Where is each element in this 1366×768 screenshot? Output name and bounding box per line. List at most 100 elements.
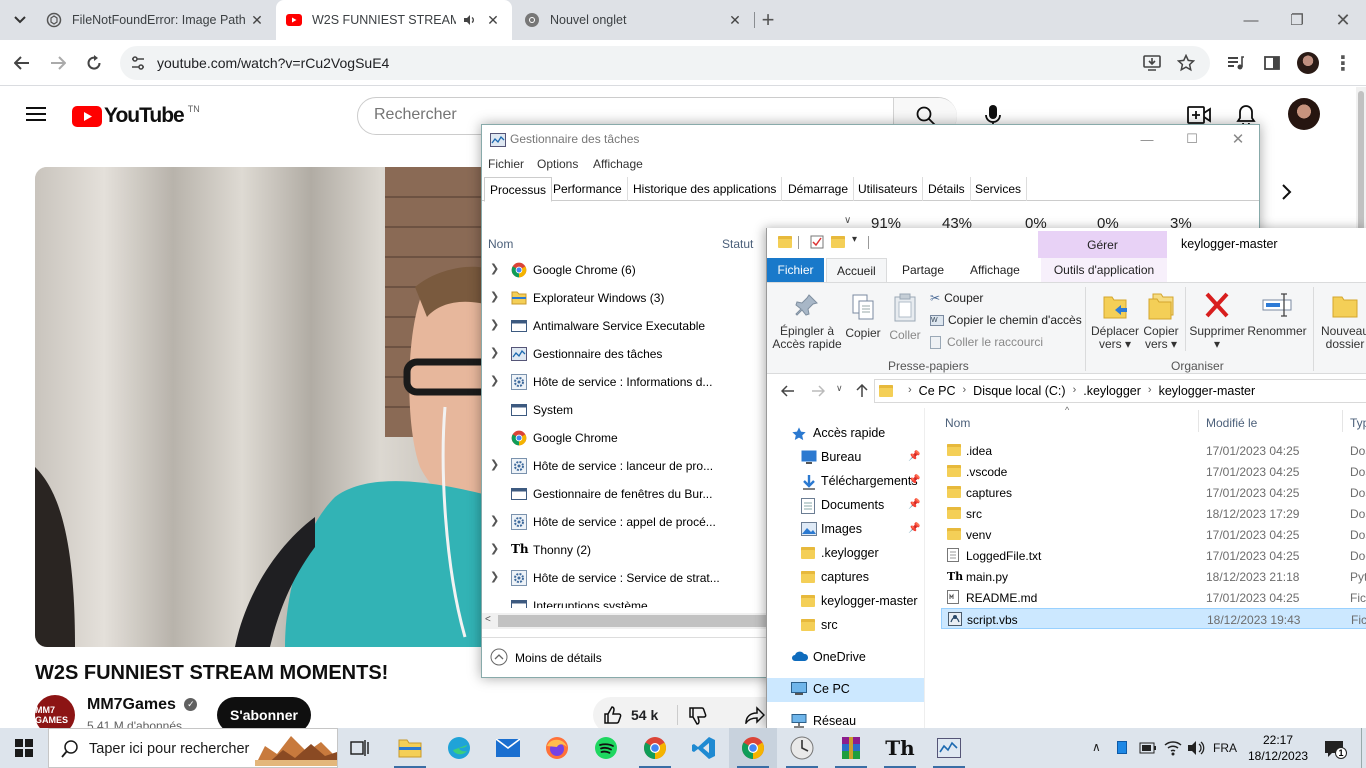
process-row[interactable]: ❯ Hôte de service : appel de procé... bbox=[482, 508, 772, 536]
nav-item[interactable]: Accès rapide bbox=[767, 422, 924, 446]
tab-new-tab[interactable]: Nouvel onglet ✕ bbox=[514, 0, 754, 40]
close-tab-icon[interactable]: ✕ bbox=[248, 11, 266, 29]
close-tab-icon[interactable]: ✕ bbox=[484, 11, 502, 29]
task-view-button[interactable] bbox=[336, 728, 384, 768]
nav-item[interactable]: captures bbox=[767, 566, 924, 590]
tab-home[interactable]: Accueil bbox=[826, 258, 887, 282]
menu-options[interactable]: Options bbox=[537, 157, 578, 171]
new-folder-button[interactable]: Nouveau dossier bbox=[1317, 291, 1366, 351]
menu-view[interactable]: Affichage bbox=[593, 157, 643, 171]
expand-chevron-icon[interactable]: ❯ bbox=[490, 570, 499, 583]
process-row[interactable]: ❯ Antimalware Service Executable bbox=[482, 312, 772, 340]
taskbar-search-box[interactable]: Taper ici pour rechercher bbox=[48, 728, 338, 768]
volume-icon[interactable] bbox=[1187, 740, 1205, 756]
back-button[interactable] bbox=[7, 48, 37, 78]
hamburger-menu-icon[interactable] bbox=[26, 106, 46, 122]
address-bar[interactable]: youtube.com/watch?v=rCu2VogSuE4 bbox=[120, 46, 1210, 80]
file-row[interactable]: LoggedFile.txt 17/01/2023 04:25 Document bbox=[941, 545, 1366, 566]
nav-item[interactable]: OneDrive bbox=[767, 646, 924, 670]
new-folder-icon[interactable] bbox=[831, 236, 845, 248]
nav-item[interactable]: Images 📌 bbox=[767, 518, 924, 542]
notifications-button[interactable] bbox=[1236, 104, 1256, 126]
file-row[interactable]: README.md 17/01/2023 04:25 Fichier bbox=[941, 587, 1366, 608]
nav-item[interactable]: Documents 📌 bbox=[767, 494, 924, 518]
new-tab-button[interactable]: + bbox=[753, 5, 783, 35]
manage-context-tab[interactable]: Gérer bbox=[1038, 231, 1167, 258]
taskbar-vscode[interactable] bbox=[680, 728, 728, 768]
tab-performance[interactable]: Performance bbox=[548, 177, 628, 201]
expand-chevron-icon[interactable]: ❯ bbox=[490, 318, 499, 331]
nav-item[interactable]: Bureau 📌 bbox=[767, 446, 924, 470]
user-avatar[interactable] bbox=[1288, 98, 1320, 130]
customize-toolbar-icon[interactable]: ▾ bbox=[852, 234, 857, 245]
close-tab-icon[interactable]: ✕ bbox=[726, 11, 744, 29]
show-hidden-icons-icon[interactable]: ∧ bbox=[1092, 740, 1101, 754]
process-row[interactable]: Interruptions système bbox=[482, 592, 772, 608]
cut-button[interactable]: ✂ Couper bbox=[930, 291, 983, 305]
expand-chevron-icon[interactable]: ❯ bbox=[490, 346, 499, 359]
expand-chevron-icon[interactable]: ❯ bbox=[490, 290, 499, 303]
scroll-left-icon[interactable]: < bbox=[485, 614, 491, 625]
youtube-search-input[interactable]: Rechercher bbox=[374, 106, 457, 124]
reload-button[interactable] bbox=[79, 48, 109, 78]
create-button[interactable] bbox=[1187, 105, 1211, 125]
breadcrumb-chevron-icon[interactable]: › bbox=[908, 384, 912, 398]
properties-icon[interactable] bbox=[810, 235, 824, 249]
taskbar-winrar[interactable] bbox=[827, 728, 875, 768]
process-row[interactable]: ❯ Hôte de service : Informations d... bbox=[482, 368, 772, 396]
move-to-button[interactable]: Déplacer vers ▾ bbox=[1091, 291, 1139, 351]
bookmark-star-icon[interactable] bbox=[1177, 54, 1195, 72]
copy-to-button[interactable]: Copier vers ▾ bbox=[1139, 291, 1183, 351]
taskbar-chrome-2[interactable] bbox=[729, 728, 777, 768]
start-button[interactable] bbox=[0, 728, 48, 768]
file-row[interactable]: src 18/12/2023 17:29 Dossier bbox=[941, 503, 1366, 524]
taskbar-chrome[interactable] bbox=[631, 728, 679, 768]
tab-details[interactable]: Détails bbox=[923, 177, 971, 201]
back-button[interactable] bbox=[773, 377, 803, 405]
maximize-button[interactable]: ☐ bbox=[1169, 125, 1215, 153]
taskbar-mail[interactable] bbox=[484, 728, 532, 768]
chevron-right-icon[interactable] bbox=[1281, 183, 1293, 201]
tab-users[interactable]: Utilisateurs bbox=[853, 177, 924, 201]
channel-avatar[interactable]: MM7 GAMES bbox=[35, 695, 75, 728]
tab-application-tools[interactable]: Outils d'application bbox=[1041, 258, 1167, 282]
process-row[interactable]: ❯ Hôte de service : lanceur de pro... bbox=[482, 452, 772, 480]
restore-button[interactable]: ❐ bbox=[1274, 0, 1320, 40]
breadcrumb-item[interactable]: .keylogger bbox=[1083, 384, 1141, 398]
process-row[interactable]: ❯ Gestionnaire des tâches bbox=[482, 340, 772, 368]
clock[interactable]: 22:17 18/12/2023 bbox=[1248, 732, 1308, 764]
recent-locations-icon[interactable]: ∨ bbox=[836, 383, 843, 394]
subscribe-button[interactable]: S'abonner bbox=[217, 697, 311, 728]
battery-icon[interactable] bbox=[1139, 741, 1157, 755]
nav-item[interactable]: Ce PC bbox=[767, 678, 924, 702]
chrome-menu-button[interactable]: ⋮ bbox=[1328, 48, 1358, 78]
copy-path-button[interactable]: W Copier le chemin d'accès bbox=[930, 313, 1082, 327]
pin-quick-access-button[interactable]: Épingler à Accès rapide bbox=[771, 293, 843, 351]
audio-playing-icon[interactable] bbox=[462, 13, 476, 27]
video-player[interactable] bbox=[35, 167, 495, 647]
rename-button[interactable]: Renommer bbox=[1247, 291, 1307, 338]
tab-processes[interactable]: Processus bbox=[484, 177, 553, 202]
breadcrumb-item[interactable]: keylogger-master bbox=[1159, 384, 1256, 398]
youtube-logo[interactable]: YouTube TN bbox=[72, 104, 200, 128]
column-type[interactable]: Type bbox=[1350, 416, 1366, 430]
file-row[interactable]: captures 17/01/2023 04:25 Dossier bbox=[941, 482, 1366, 503]
side-panel-button[interactable] bbox=[1257, 48, 1287, 78]
tab-filenotfound[interactable]: FileNotFoundError: Image Path ✕ bbox=[36, 0, 276, 40]
explorer-address-bar[interactable]: › Ce PC › Disque local (C:) › .keylogger › keyl… bbox=[874, 379, 1366, 403]
channel-name[interactable]: MM7Games ✓ bbox=[87, 696, 198, 714]
notification-center-button[interactable]: 1 bbox=[1324, 740, 1347, 759]
process-row[interactable]: ❯ Google Chrome (6) bbox=[482, 256, 772, 284]
process-row[interactable]: ❯ Explorateur Windows (3) bbox=[482, 284, 772, 312]
column-name[interactable]: Nom bbox=[488, 237, 513, 251]
nav-item[interactable]: Réseau bbox=[767, 710, 924, 728]
install-app-icon[interactable] bbox=[1143, 54, 1161, 72]
tab-search-button[interactable] bbox=[5, 5, 35, 35]
taskbar-firefox[interactable] bbox=[533, 728, 581, 768]
tab-services[interactable]: Services bbox=[970, 177, 1028, 201]
dislike-button[interactable] bbox=[688, 706, 708, 726]
media-control-button[interactable] bbox=[1221, 48, 1251, 78]
close-window-button[interactable]: ✕ bbox=[1215, 125, 1261, 153]
breadcrumb-chevron-icon[interactable]: › bbox=[1073, 384, 1077, 398]
tab-app-history[interactable]: Historique des applications bbox=[628, 177, 783, 201]
